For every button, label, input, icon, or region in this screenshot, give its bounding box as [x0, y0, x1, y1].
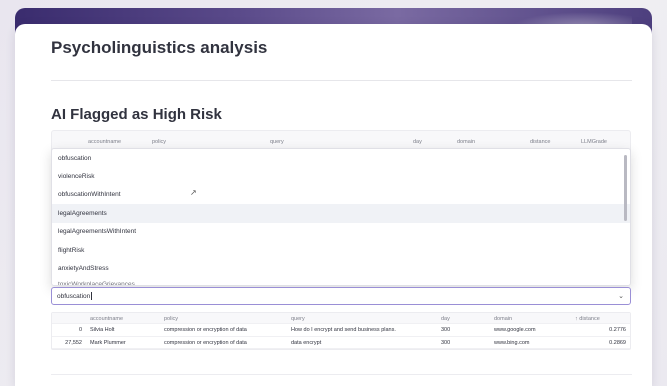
dropdown-option[interactable]: violenceRisk	[52, 167, 630, 185]
cell-accountname: Mark Plummer	[90, 339, 126, 346]
column-header-day[interactable]: day	[413, 139, 422, 145]
cell-distance: 0.2776	[609, 327, 626, 333]
dropdown-option[interactable]: obfuscation	[52, 149, 630, 167]
column-header-query[interactable]: query	[291, 316, 305, 322]
section-title: AI Flagged as High Risk	[51, 106, 222, 123]
column-header-domain[interactable]: domain	[457, 139, 475, 145]
divider	[51, 80, 632, 81]
select-value: obfuscation	[57, 292, 91, 300]
cell-accountname: Silvia Holt	[90, 327, 115, 333]
cell-policy: compression or encryption of data	[164, 327, 247, 333]
dropdown-option-hovered[interactable]: legalAgreements	[52, 204, 630, 223]
table-row[interactable]: 0 Silvia Holt compression or encryption …	[52, 324, 630, 337]
column-header-query[interactable]: query	[270, 139, 284, 145]
column-header-domain[interactable]: domain	[494, 316, 512, 322]
cell-policy: compression or encryption of data	[164, 339, 247, 346]
column-header-llmgrade[interactable]: LLMGrade	[581, 139, 607, 145]
column-header-policy[interactable]: policy	[152, 139, 166, 145]
dropdown-option[interactable]: legalAgreementsWithIntent	[52, 223, 630, 241]
results-table: accountname policy query day domain ↑ di…	[51, 312, 631, 350]
main-card: Psycholinguistics analysis AI Flagged as…	[15, 24, 652, 386]
cell-index: 27,552	[65, 339, 82, 346]
dropdown-option-clipped[interactable]: toxicWorkplaceGrievances	[52, 278, 630, 285]
column-header-accountname[interactable]: accountname	[88, 139, 121, 145]
cell-distance: 0.2869	[609, 339, 626, 346]
dropdown-option[interactable]: anxietyAndStress	[52, 259, 630, 277]
column-header-day[interactable]: day	[441, 316, 450, 322]
cell-day: 300	[441, 327, 451, 333]
mouse-pointer-icon: ↗	[190, 188, 197, 197]
dropdown-option[interactable]: obfuscationWithIntent	[52, 186, 630, 204]
cell-domain: www.bing.com	[494, 339, 530, 346]
dropdown-option[interactable]: flightRisk	[52, 241, 630, 259]
cell-query: data encrypt	[291, 339, 322, 346]
page-title: Psycholinguistics analysis	[51, 38, 268, 57]
table-header-row: accountname policy query day domain ↑ di…	[52, 313, 630, 324]
policy-select-input[interactable]: obfuscation ⌄	[51, 287, 631, 305]
options-dropdown[interactable]: obfuscation violenceRisk obfuscationWith…	[51, 148, 631, 286]
divider	[51, 374, 632, 375]
column-header-accountname[interactable]: accountname	[90, 316, 123, 322]
cell-index: 0	[78, 327, 82, 333]
cell-domain: www.google.com	[494, 327, 536, 333]
cell-day: 300	[441, 339, 451, 346]
text-caret	[91, 292, 93, 300]
column-header-policy[interactable]: policy	[164, 316, 178, 322]
column-header-distance[interactable]: ↑ distance	[575, 316, 600, 322]
dropdown-scrollbar[interactable]	[624, 155, 627, 221]
cell-query: How do I encrypt and send business plans…	[291, 327, 396, 333]
chevron-down-icon[interactable]: ⌄	[618, 292, 624, 300]
table-row[interactable]: 27,552 Mark Plummer compression or encry…	[52, 337, 630, 349]
column-header-distance[interactable]: distance	[530, 139, 551, 145]
